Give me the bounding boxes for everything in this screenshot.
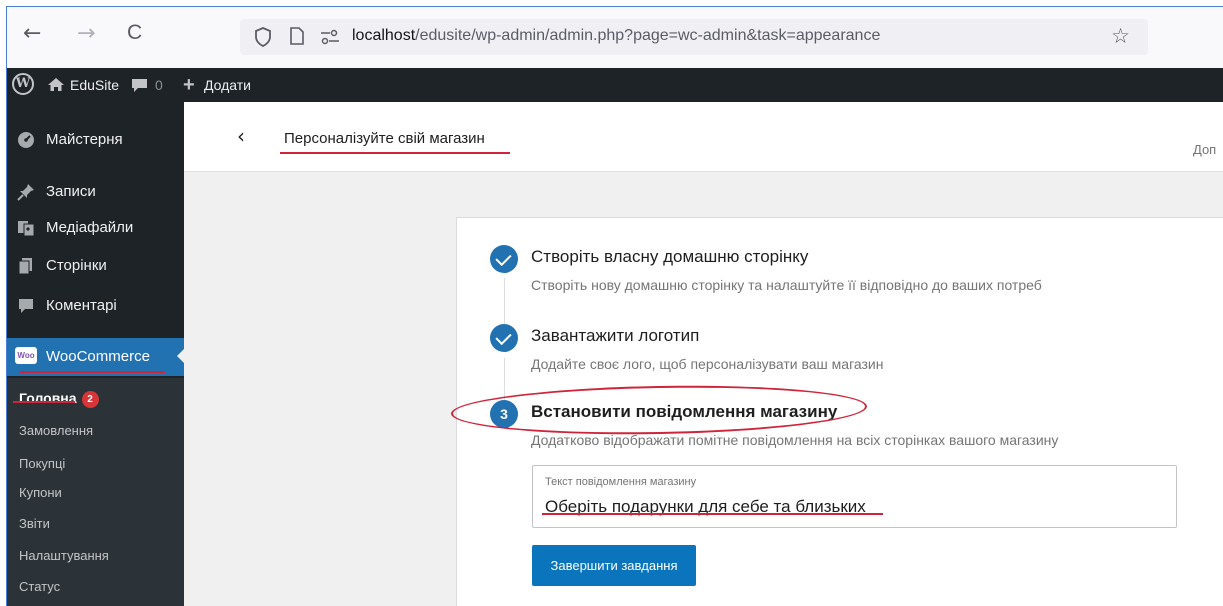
sidebar-item-label: Записи [46, 183, 96, 200]
sidebar-item-label: Майстерня [46, 131, 123, 148]
browser-toolbar: ← → C localhost/edusite/wp-admin/admin.p… [7, 7, 1223, 68]
back-arrow-icon[interactable]: ← [23, 21, 41, 46]
sidebar-item-posts[interactable]: Записи [7, 174, 184, 210]
step-title: Завантажити логотип [531, 326, 700, 345]
address-bar[interactable]: localhost/edusite/wp-admin/admin.php?pag… [240, 19, 1148, 55]
step-description: Додатково відображати помітне повідомлен… [531, 432, 1059, 448]
submenu-item-label: Головна [19, 390, 77, 406]
step-connector [504, 278, 505, 328]
app-window: ← → C localhost/edusite/wp-admin/admin.p… [6, 6, 1223, 606]
media-icon [17, 219, 35, 237]
woocommerce-logo-icon: Woo [15, 347, 37, 364]
submenu-item-reports[interactable]: Звіти [19, 516, 50, 531]
sidebar-item-label: WooCommerce [46, 348, 150, 365]
comments-count[interactable]: 0 [155, 77, 163, 93]
woocommerce-submenu: Головна 2 Замовлення Покупці Купони Звіти… [7, 378, 184, 606]
submenu-item-coupons[interactable]: Купони [19, 485, 62, 500]
step-title: Створіть власну домашню сторінку [531, 247, 809, 266]
store-notice-field[interactable]: Текст повідомлення магазину Оберіть пода… [532, 465, 1177, 528]
main-content: ‹ Персоналізуйте свій магазин Доп Створі… [184, 102, 1223, 606]
home-icon[interactable] [47, 77, 65, 95]
url-host: localhost [352, 27, 416, 44]
comment-bubble-icon[interactable] [131, 78, 148, 96]
annotation-underline [13, 401, 75, 403]
complete-task-button[interactable]: Завершити завдання [532, 545, 696, 586]
admin-sidebar: Майстерня Записи Медіафайли Сторінки Ком… [7, 102, 185, 606]
sidebar-item-comments[interactable]: Коментарі [7, 288, 184, 324]
checkmark-icon [490, 245, 518, 273]
reload-icon[interactable]: C [127, 21, 142, 45]
pages-icon [17, 257, 35, 275]
annotation-underline [280, 152, 510, 154]
back-chevron-icon[interactable]: ‹ [237, 124, 245, 148]
submenu-item-orders[interactable]: Замовлення [19, 423, 93, 438]
site-name-link[interactable]: EduSite [70, 77, 119, 93]
step-description: Додайте своє лого, щоб персоналізувати в… [531, 356, 884, 372]
shield-icon[interactable] [254, 27, 272, 52]
step-description: Створіть нову домашню сторінку та налашт… [531, 277, 1042, 293]
sidebar-item-label: Коментарі [46, 297, 117, 314]
help-link[interactable]: Доп [1193, 142, 1216, 157]
comment-icon [17, 297, 35, 315]
field-label: Текст повідомлення магазину [545, 476, 697, 488]
submenu-item-customers[interactable]: Покупці [19, 456, 65, 471]
sidebar-item-dashboard[interactable]: Майстерня [7, 122, 184, 158]
pin-icon [17, 183, 35, 201]
dashboard-icon [17, 131, 35, 149]
plus-icon[interactable]: + [183, 74, 195, 97]
add-new-link[interactable]: Додати [204, 77, 251, 93]
task-card: Створіть власну домашню сторінку Створіт… [450, 217, 1223, 606]
annotation-underline [542, 513, 883, 515]
annotation-ellipse [450, 382, 868, 438]
url-path: /edusite/wp-admin/admin.php?page=wc-admi… [415, 27, 881, 44]
sidebar-item-label: Сторінки [46, 257, 107, 274]
page-header: ‹ Персоналізуйте свій магазин Доп [184, 102, 1223, 172]
sidebar-item-label: Медіафайли [46, 219, 134, 236]
wp-admin-bar: W EduSite 0 + Додати [7, 68, 1223, 102]
sidebar-item-pages[interactable]: Сторінки [7, 248, 184, 284]
page-title: Персоналізуйте свій магазин [284, 130, 485, 147]
checkmark-icon [490, 324, 518, 352]
submenu-item-status[interactable]: Статус [19, 579, 60, 594]
submenu-item-home[interactable]: Головна 2 [19, 390, 99, 408]
bookmark-star-icon[interactable]: ☆ [1111, 24, 1130, 49]
notification-count-badge: 2 [81, 391, 99, 408]
page-icon[interactable] [290, 27, 304, 50]
forward-arrow-icon[interactable]: → [77, 21, 95, 46]
url-text[interactable]: localhost/edusite/wp-admin/admin.php?pag… [352, 27, 880, 45]
submenu-item-settings[interactable]: Налаштування [19, 548, 109, 563]
annotation-underline [19, 371, 165, 373]
wordpress-logo-icon[interactable]: W [12, 73, 34, 95]
sidebar-item-media[interactable]: Медіафайли [7, 210, 184, 246]
site-permissions-icon[interactable] [320, 29, 340, 50]
